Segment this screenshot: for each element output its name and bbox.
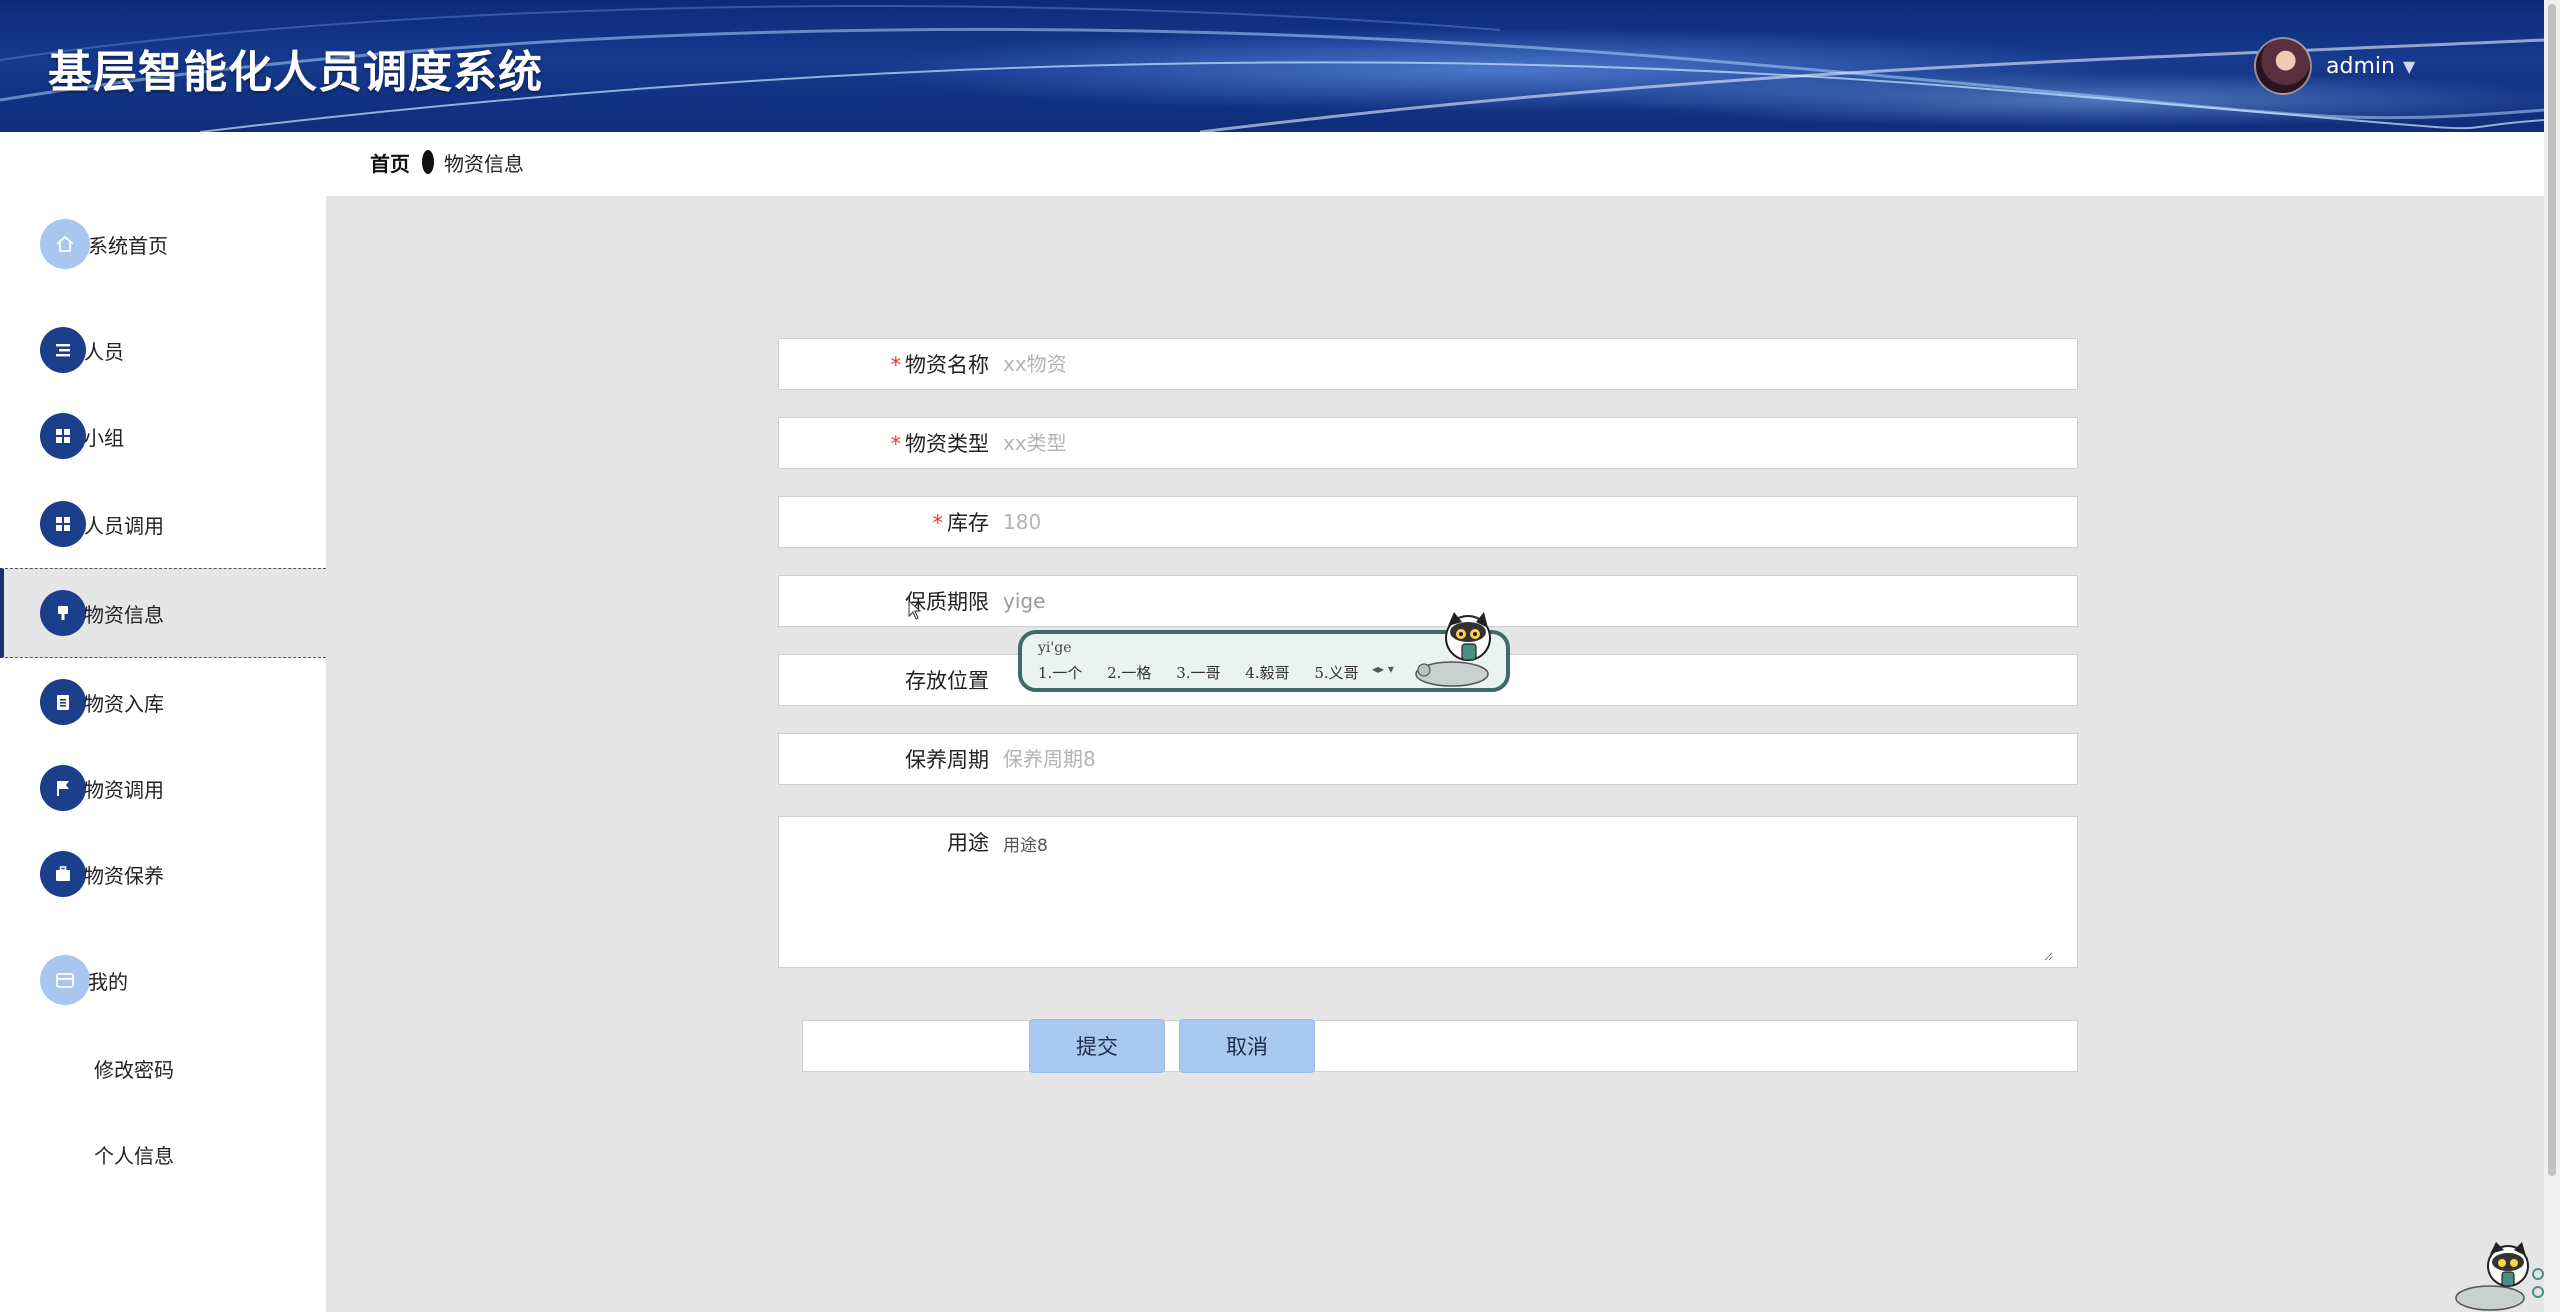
sidebar-item-label: 物资信息: [84, 602, 164, 627]
grid-icon: [40, 501, 86, 547]
sidebar-item-supplies-info[interactable]: 物资信息: [0, 568, 326, 658]
ime-menu-icon[interactable]: ▾: [1388, 662, 1394, 676]
ime-candidate[interactable]: 5.义哥: [1314, 664, 1358, 682]
sidebar-item-label: 人员: [84, 339, 124, 364]
sidebar-subitem-profile[interactable]: 个人信息: [94, 1140, 174, 1169]
avatar[interactable]: [2254, 37, 2312, 95]
supply-type-input[interactable]: [1003, 418, 2073, 468]
breadcrumb-separator-icon: [422, 150, 434, 174]
form-row-purpose: 用途 用途8: [778, 816, 2078, 968]
sidebar-item-label: 人员调用: [84, 513, 164, 538]
required-marker: *: [932, 511, 944, 535]
submit-button[interactable]: 提交: [1029, 1019, 1165, 1073]
sidebar-item-personnel[interactable]: 人员: [0, 314, 326, 386]
supply-name-input[interactable]: [1003, 339, 2073, 389]
cancel-button[interactable]: 取消: [1179, 1019, 1315, 1073]
sidebar-item-mine[interactable]: 我的: [0, 944, 326, 1016]
form-row-maintenance-cycle: 保养周期: [778, 733, 2078, 785]
field-label: * 物资名称: [890, 353, 990, 377]
sidebar-item-personnel-dispatch[interactable]: 人员调用: [0, 488, 326, 560]
sidebar-item-label: 小组: [84, 425, 124, 450]
chevron-right-icon[interactable]: ▸: [1378, 662, 1384, 676]
field-label: * 物资类型: [890, 432, 990, 456]
ime-composition-text: yi'ge: [1038, 640, 1072, 656]
field-label: 存放位置: [905, 669, 989, 693]
form-row-supply-name: * 物资名称: [778, 338, 2078, 390]
app-title: 基层智能化人员调度系统: [48, 47, 543, 98]
purpose-textarea[interactable]: 用途8: [1003, 831, 2053, 961]
breadcrumb-current: 物资信息: [444, 152, 524, 176]
sidebar-item-supplies-maintenance[interactable]: 物资保养: [0, 838, 326, 910]
sidebar-subitem-change-password[interactable]: 修改密码: [94, 1054, 174, 1083]
user-menu[interactable]: admin ▼: [2254, 37, 2415, 95]
breadcrumb-home-link[interactable]: 首页: [370, 148, 410, 177]
sidebar-item-group[interactable]: 小组: [0, 400, 326, 472]
maintenance-cycle-input[interactable]: [1003, 734, 2073, 784]
app-header: 基层智能化人员调度系统 admin ▼: [0, 0, 2544, 132]
sidebar-item-label: 系统首页: [88, 233, 168, 258]
breadcrumb: 首页 物资信息: [326, 132, 2544, 196]
sidebar-item-label: 我的: [88, 969, 128, 994]
main-content: *物资名称 *物资类型 *库存 保质期限 存放位置 保养周期 用途 用途8 提交…: [326, 196, 2544, 1312]
ime-status-mascot-icon[interactable]: [2450, 1240, 2544, 1312]
form-row-stock: * 库存: [778, 496, 2078, 548]
flag-icon: [40, 765, 86, 811]
ime-mascot-icon: [1415, 612, 1491, 687]
shelf-life-input[interactable]: [1003, 576, 2073, 626]
form-row-supply-type: * 物资类型: [778, 417, 2078, 469]
ime-candidate[interactable]: 2.一格: [1107, 664, 1151, 682]
sidebar-item-home[interactable]: 系统首页: [0, 208, 326, 280]
ime-page-arrows[interactable]: ◂▸ ▾: [1372, 662, 1394, 676]
ime-candidate[interactable]: 3.一哥: [1176, 664, 1220, 682]
sidebar-item-supplies-dispatch[interactable]: 物资调用: [0, 752, 326, 824]
required-marker: *: [890, 353, 902, 377]
clipboard-icon: [40, 679, 86, 725]
field-label: 用途: [947, 831, 989, 855]
field-label: * 库存: [932, 511, 990, 535]
stock-input[interactable]: [1003, 497, 2073, 547]
sidebar-item-label: 物资保养: [84, 863, 164, 888]
briefcase-icon: [40, 851, 86, 897]
scrollbar-thumb[interactable]: [2548, 4, 2556, 1176]
required-marker: *: [890, 432, 902, 456]
ime-candidate[interactable]: 1.一个: [1038, 664, 1082, 682]
brush-icon: [40, 590, 86, 636]
user-name[interactable]: admin: [2326, 54, 2395, 79]
sidebar: 系统首页 人员 小组 人员调用 物资信息 物资入库 物资调用 物资保养 我的 修…: [0, 132, 326, 1312]
list-icon: [40, 327, 86, 373]
home-icon: [40, 219, 90, 269]
field-label: 保养周期: [905, 748, 989, 772]
ime-candidate-list: 1.一个 2.一格 3.一哥 4.毅哥 5.义哥: [1038, 662, 1379, 683]
ime-candidate[interactable]: 4.毅哥: [1245, 664, 1289, 682]
chevron-down-icon[interactable]: ▼: [2403, 57, 2415, 76]
sidebar-item-label: 物资入库: [84, 691, 164, 716]
wallet-icon: [40, 955, 90, 1005]
sidebar-item-label: 物资调用: [84, 777, 164, 802]
mouse-cursor-icon: [908, 600, 922, 620]
grid-icon: [40, 413, 86, 459]
form-actions: 提交 取消: [802, 1019, 2078, 1073]
sidebar-item-supplies-stock-in[interactable]: 物资入库: [0, 666, 326, 738]
